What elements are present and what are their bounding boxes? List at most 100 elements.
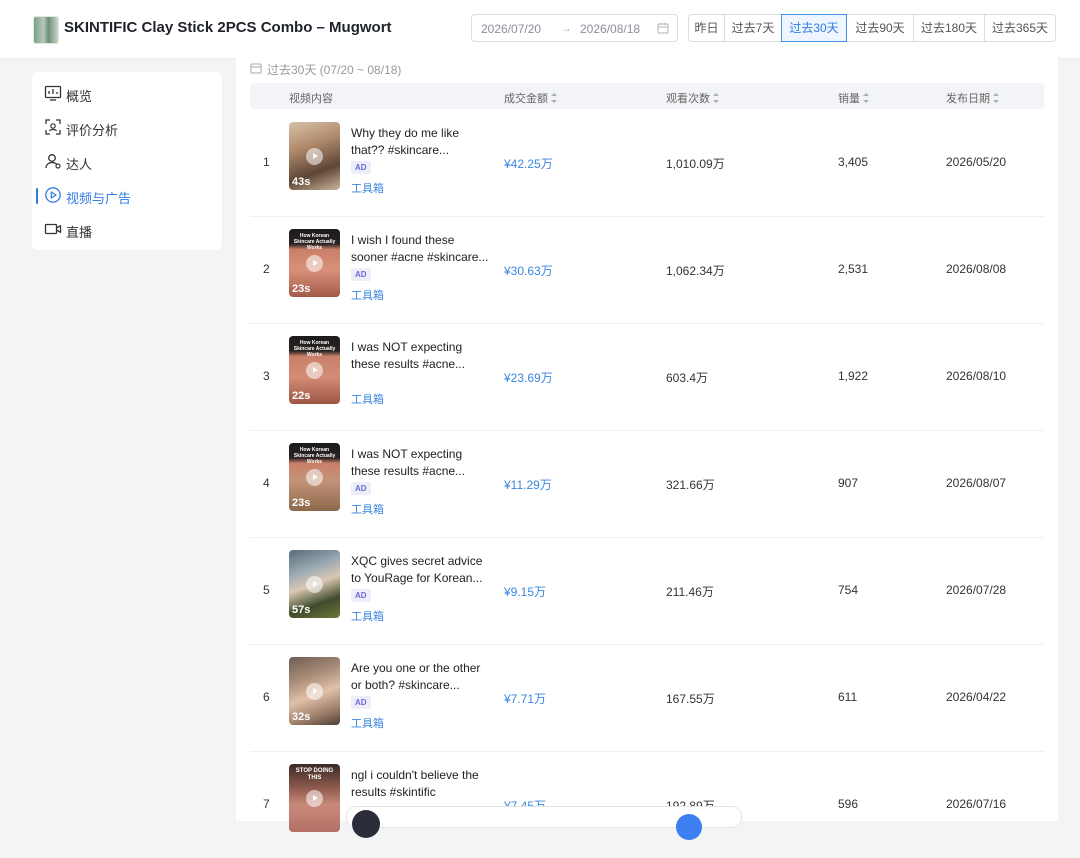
toolbox-link[interactable]: 工具箱 xyxy=(351,391,384,407)
sort-icon[interactable] xyxy=(993,93,1000,103)
sort-icon[interactable] xyxy=(713,93,720,103)
row-amount: ¥30.63万 xyxy=(504,264,553,278)
col-amount-label: 成交金额 xyxy=(504,93,548,105)
video-title[interactable]: I was NOT expecting these results #acne.… xyxy=(351,339,499,373)
video-duration: 22s xyxy=(292,390,311,402)
ad-badge: AD xyxy=(351,589,371,602)
floating-action-button[interactable] xyxy=(676,814,702,840)
row-sales: 907 xyxy=(838,476,859,490)
video-title[interactable]: ngl i couldn't believe the results #skin… xyxy=(351,767,499,801)
sidebar-item-overview[interactable]: 概览 xyxy=(44,82,214,104)
play-icon xyxy=(306,576,323,593)
date-end[interactable]: 2026/08/18 xyxy=(580,22,640,36)
sidebar-item-video-ads[interactable]: 视频与广告 xyxy=(44,184,214,206)
video-duration: 23s xyxy=(292,497,311,509)
row-sales: 611 xyxy=(838,690,858,704)
row-amount: ¥9.15万 xyxy=(504,585,547,599)
overview-chart-icon xyxy=(44,85,62,101)
period-tab-180d[interactable]: 过去180天 xyxy=(913,14,985,42)
ad-badge: AD xyxy=(351,161,371,174)
video-duration: 23s xyxy=(292,283,311,295)
sidebar-nav: 概览 评价分析 达人 视频与广告 直播 xyxy=(32,72,222,250)
video-title[interactable]: Why they do me like that?? #skincare... xyxy=(351,125,499,159)
toolbox-link[interactable]: 工具箱 xyxy=(351,180,384,196)
video-title[interactable]: XQC gives secret advice to YouRage for K… xyxy=(351,553,499,587)
table-row[interactable]: 4 How Korean Skincare Actually Works 23s… xyxy=(250,430,1044,538)
row-sales: 1,922 xyxy=(838,369,869,383)
sidebar-item-label: 达人 xyxy=(66,157,93,172)
video-thumbnail[interactable]: 57s xyxy=(289,550,340,618)
period-tab-7d[interactable]: 过去7天 xyxy=(724,14,782,42)
video-thumbnail[interactable]: How Korean Skincare Actually Works 22s xyxy=(289,336,340,404)
video-title[interactable]: I wish I found these sooner #acne #skinc… xyxy=(351,232,499,266)
calendar-icon xyxy=(250,63,262,74)
product-thumbnail[interactable] xyxy=(33,16,59,44)
row-views: 603.4万 xyxy=(666,371,709,385)
video-thumbnail[interactable]: How Korean Skincare Actually Works 23s xyxy=(289,443,340,511)
table-row[interactable]: 2 How Korean Skincare Actually Works 23s… xyxy=(250,216,1044,324)
toolbox-link[interactable]: 工具箱 xyxy=(351,715,384,731)
toolbox-link[interactable]: 工具箱 xyxy=(351,287,384,303)
period-tab-365d[interactable]: 过去365天 xyxy=(984,14,1056,42)
play-icon xyxy=(306,790,323,807)
video-play-icon xyxy=(45,187,61,203)
row-publish-date: 2026/05/20 xyxy=(946,155,1007,169)
period-tab-yesterday[interactable]: 昨日 xyxy=(688,14,725,42)
row-publish-date: 2026/08/08 xyxy=(946,262,1007,276)
col-amount[interactable]: 成交金额 xyxy=(504,90,558,106)
product-title: SKINTIFIC Clay Stick 2PCS Combo – Mugwor… xyxy=(64,19,394,36)
toolbox-link[interactable]: 工具箱 xyxy=(351,608,384,624)
row-publish-date: 2026/04/22 xyxy=(946,690,1007,704)
video-title-line2: or both? #skincare... xyxy=(351,678,460,692)
col-sales[interactable]: 销量 xyxy=(838,90,870,106)
calendar-icon xyxy=(657,23,669,34)
table-row[interactable]: 6 32s Are you one or the other or both? … xyxy=(250,644,1044,752)
table-row[interactable]: 3 How Korean Skincare Actually Works 22s… xyxy=(250,323,1044,431)
toolbox-link[interactable]: 工具箱 xyxy=(351,501,384,517)
row-amount: ¥23.69万 xyxy=(504,371,553,385)
sort-icon[interactable] xyxy=(551,93,558,103)
video-title-line2: results #skintific xyxy=(351,785,436,799)
video-thumbnail[interactable]: 32s xyxy=(289,657,340,725)
video-title-line1: XQC gives secret advice xyxy=(351,554,483,568)
date-start[interactable]: 2026/07/20 xyxy=(481,22,541,36)
table-row[interactable]: 5 57s XQC gives secret advice to YouRage… xyxy=(250,537,1044,645)
video-thumbnail[interactable]: How Korean Skincare Actually Works 23s xyxy=(289,229,340,297)
date-range-picker[interactable]: 2026/07/20 → 2026/08/18 xyxy=(471,14,678,42)
period-tab-90d[interactable]: 过去90天 xyxy=(846,14,914,42)
date-range-arrow-icon: → xyxy=(560,21,572,35)
sidebar-item-review-analysis[interactable]: 评价分析 xyxy=(44,116,214,138)
video-title-line2: these results #acne... xyxy=(351,357,466,371)
row-amount: ¥7.71万 xyxy=(504,692,547,706)
sidebar-item-label: 视频与广告 xyxy=(66,191,132,206)
period-tabs: 昨日 过去7天 过去30天 过去90天 过去180天 过去365天 xyxy=(688,14,1056,42)
play-icon xyxy=(306,148,323,165)
row-rank: 3 xyxy=(263,369,270,383)
video-ads-panel: 过去30天 (07/20 ~ 08/18) 视频内容 成交金额 观看次数 销量 … xyxy=(236,58,1058,832)
floating-avatar-button[interactable] xyxy=(352,810,380,838)
col-date[interactable]: 发布日期 xyxy=(946,90,1000,106)
video-thumbnail[interactable]: STOP DOING THIS xyxy=(289,764,340,832)
sidebar-item-creators[interactable]: 达人 xyxy=(44,150,214,172)
thumbnail-caption: STOP DOING THIS xyxy=(295,768,334,781)
col-views[interactable]: 观看次数 xyxy=(666,90,720,106)
video-thumbnail[interactable]: 43s xyxy=(289,122,340,190)
row-views: 1,010.09万 xyxy=(666,157,725,171)
sort-icon[interactable] xyxy=(863,93,870,103)
video-title-line1: I wish I found these xyxy=(351,233,455,247)
sidebar-item-live[interactable]: 直播 xyxy=(44,218,214,240)
row-rank: 1 xyxy=(263,155,270,169)
range-label-text: 过去30天 (07/20 ~ 08/18) xyxy=(267,63,402,77)
table-row[interactable]: 1 43s Why they do me like that?? #skinca… xyxy=(250,109,1044,217)
table-row[interactable]: 7 STOP DOING THIS ngl i couldn't believe… xyxy=(250,751,1044,858)
period-tab-30d[interactable]: 过去30天 xyxy=(781,14,847,42)
video-title[interactable]: Are you one or the other or both? #skinc… xyxy=(351,660,499,694)
row-sales: 2,531 xyxy=(838,262,869,276)
row-views: 321.66万 xyxy=(666,478,715,492)
row-publish-date: 2026/07/16 xyxy=(946,797,1007,811)
thumbnail-caption: How Korean Skincare Actually Works xyxy=(293,340,336,358)
video-title[interactable]: I was NOT expecting these results #acne.… xyxy=(351,446,499,480)
active-indicator xyxy=(36,188,38,204)
play-icon xyxy=(306,469,323,486)
col-views-label: 观看次数 xyxy=(666,93,710,105)
